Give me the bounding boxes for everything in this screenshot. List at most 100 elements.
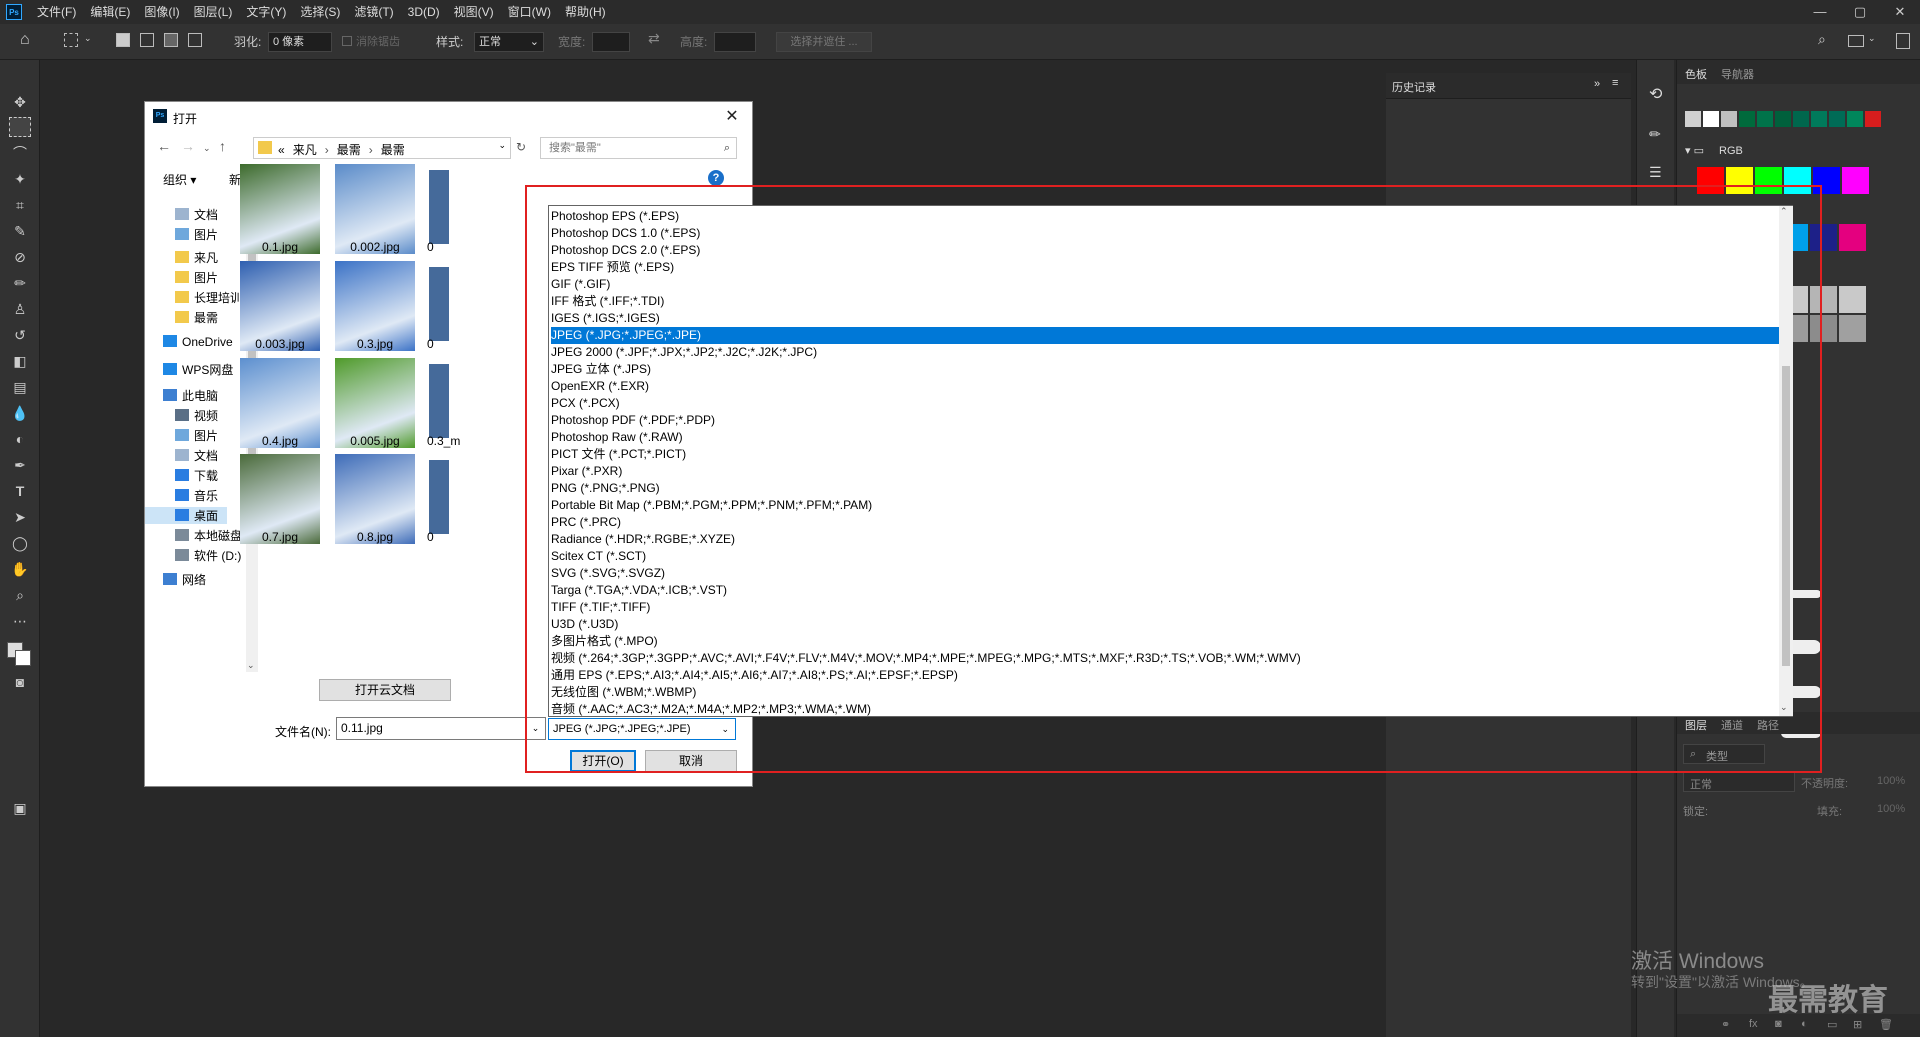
hand-tool-icon[interactable]: ✋ [9, 559, 31, 579]
brush-tool-icon[interactable]: ✏ [9, 273, 31, 293]
back-icon[interactable]: ← [157, 138, 171, 154]
menu-item-10[interactable]: 帮助(H) [558, 0, 613, 24]
lasso-tool-icon[interactable]: ⌒ [9, 143, 31, 163]
pen-tool-icon[interactable]: ✒ [9, 455, 31, 475]
chevron-down-icon[interactable]: ⌄ [498, 140, 506, 151]
path-selection-icon[interactable]: ➤ [9, 507, 31, 527]
nav-item-4[interactable]: 长理培训 [175, 289, 242, 306]
history-brush-icon[interactable]: ↺ [9, 325, 31, 345]
menu-item-3[interactable]: 图层(L) [187, 0, 240, 24]
nav-item-6[interactable]: OneDrive [163, 335, 233, 349]
recent-color-swatch[interactable] [1775, 111, 1791, 127]
trash-icon[interactable]: 🗑 [1879, 1018, 1893, 1031]
eyedropper-icon[interactable]: ✎ [9, 221, 31, 241]
nav-item-3[interactable]: 图片 [175, 269, 218, 286]
menu-item-4[interactable]: 文字(Y) [239, 0, 293, 24]
quick-mask-icon[interactable]: ◙ [9, 672, 31, 692]
breadcrumb-item[interactable]: 来凡 [293, 143, 317, 157]
group-icon[interactable]: ▭ [1827, 1018, 1837, 1031]
up-icon[interactable]: ↑ [219, 138, 226, 154]
intersect-selection-icon[interactable] [188, 33, 202, 47]
antialias-checkbox[interactable]: 消除锯齿 [342, 33, 400, 49]
dodge-tool-icon[interactable]: ◐ [9, 429, 31, 449]
nav-item-0[interactable]: 文档 [175, 206, 218, 223]
recent-color-swatch[interactable] [1757, 111, 1773, 127]
recent-color-swatch[interactable] [1865, 111, 1881, 127]
chevron-down-icon[interactable]: ⌄ [84, 33, 92, 44]
chevron-down-icon[interactable]: ⌄ [1868, 33, 1876, 44]
menu-item-1[interactable]: 编辑(E) [83, 0, 137, 24]
swap-icon[interactable]: ⇄ [648, 30, 660, 47]
gray-swatch[interactable] [1839, 315, 1866, 342]
add-selection-icon[interactable] [140, 33, 154, 47]
background-color-swatch[interactable] [15, 650, 31, 666]
nav-item-7[interactable]: WPS网盘 [163, 361, 233, 378]
tab-navigator[interactable]: 导航器 [1721, 66, 1754, 82]
marquee-tool-icon[interactable] [9, 117, 31, 137]
recent-color-swatch[interactable] [1703, 111, 1719, 127]
file-thumbnail-partial[interactable] [429, 364, 449, 438]
recent-color-swatch[interactable] [1811, 111, 1827, 127]
nav-item-14[interactable]: 桌面 [145, 507, 227, 524]
refresh-icon[interactable]: ↻ [516, 140, 526, 154]
link-layers-icon[interactable]: ⚭ [1721, 1018, 1730, 1031]
nav-item-1[interactable]: 图片 [175, 226, 218, 243]
tab-swatches[interactable]: 色板 [1685, 66, 1707, 82]
search-input[interactable]: 搜索"最需" ⌕ [540, 137, 737, 159]
forward-icon[interactable]: → [181, 138, 195, 154]
chevron-down-icon[interactable]: ⌄ [203, 143, 211, 154]
shape-tool-icon[interactable]: ◯ [9, 533, 31, 553]
color-swatch[interactable] [1839, 224, 1866, 251]
organize-button[interactable]: 组织 ▾ [163, 171, 196, 188]
gradient-icon[interactable]: ▤ [9, 377, 31, 397]
menu-item-0[interactable]: 文件(F) [30, 0, 83, 24]
more-tools-icon[interactable]: ⋯ [9, 611, 31, 631]
style-select[interactable]: 正常 ⌄ [474, 32, 544, 52]
recent-color-swatch[interactable] [1739, 111, 1755, 127]
properties-dock-icon[interactable]: ☰ [1649, 164, 1662, 181]
marquee-preset-icon[interactable] [64, 33, 78, 47]
menu-item-7[interactable]: 3D(D) [401, 0, 447, 24]
nav-item-9[interactable]: 视频 [175, 407, 218, 424]
screen-mode-icon[interactable]: ▣ [9, 798, 31, 818]
magic-wand-icon[interactable]: ✦ [9, 169, 31, 189]
mask-icon[interactable]: ◙ [1775, 1018, 1782, 1030]
recent-color-swatch[interactable] [1685, 111, 1701, 127]
nav-item-10[interactable]: 图片 [175, 427, 218, 444]
feather-input[interactable]: 0 像素 [268, 32, 332, 52]
nav-item-13[interactable]: 音乐 [175, 487, 218, 504]
eraser-icon[interactable]: ◧ [9, 351, 31, 371]
recent-color-swatch[interactable] [1829, 111, 1845, 127]
folder-icon[interactable]: ▾ ▭ [1685, 144, 1704, 157]
history-tab[interactable]: 历史记录 [1392, 79, 1436, 95]
nav-item-5[interactable]: 最需 [175, 309, 218, 326]
restore-button[interactable]: ▢ [1840, 0, 1880, 24]
height-input[interactable] [714, 32, 756, 52]
brush-dock-icon[interactable]: ✏ [1649, 126, 1661, 143]
select-and-mask-button[interactable]: 选择并遮住 ... [776, 32, 872, 52]
adjustment-icon[interactable]: ◐ [1801, 1018, 1808, 1030]
recent-color-swatch[interactable] [1847, 111, 1863, 127]
breadcrumb-item[interactable]: « [278, 143, 285, 157]
menu-item-2[interactable]: 图像(I) [137, 0, 186, 24]
filename-input[interactable]: 0.11.jpg [336, 717, 526, 740]
home-icon[interactable]: ⌂ [20, 31, 30, 49]
nav-item-8[interactable]: 此电脑 [163, 387, 218, 404]
fx-icon[interactable]: fx [1749, 1018, 1758, 1030]
nav-item-16[interactable]: 软件 (D:) [175, 547, 241, 564]
subtract-selection-icon[interactable] [164, 33, 178, 47]
healing-brush-icon[interactable]: ⊘ [9, 247, 31, 267]
menu-item-9[interactable]: 窗口(W) [501, 0, 558, 24]
close-window-button[interactable]: ✕ [1880, 0, 1920, 24]
workspace-icon[interactable] [1848, 35, 1864, 47]
new-layer-icon[interactable]: ⊞ [1853, 1018, 1862, 1031]
blur-tool-icon[interactable]: 💧 [9, 403, 31, 423]
breadcrumb-item[interactable]: 最需 [381, 143, 405, 157]
search-icon[interactable]: ⌕ [1818, 31, 1826, 48]
nav-item-2[interactable]: 来凡 [175, 249, 218, 266]
color-swatch[interactable] [1842, 167, 1869, 194]
open-cloud-document-button[interactable]: 打开云文档 [319, 679, 451, 701]
recent-color-swatch[interactable] [1793, 111, 1809, 127]
photoshop-logo-icon[interactable]: Ps [6, 4, 22, 20]
new-selection-icon[interactable] [116, 33, 130, 47]
